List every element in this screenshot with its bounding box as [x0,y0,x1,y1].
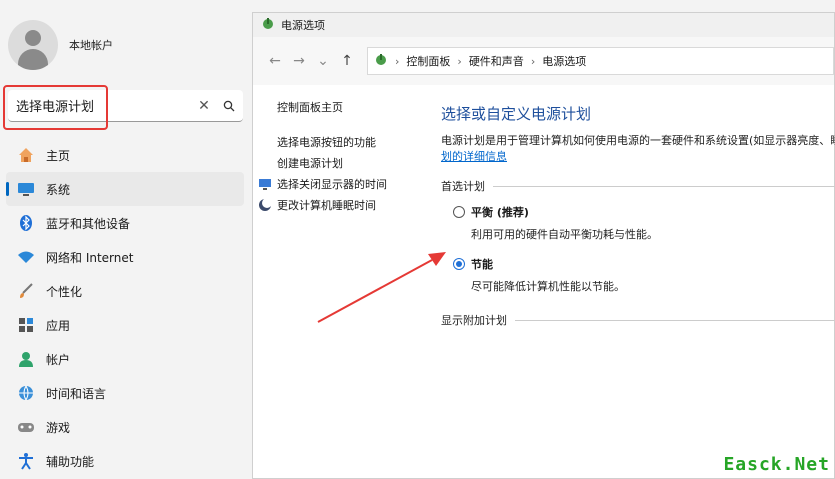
breadcrumb-separator: › [395,54,400,68]
nav-item-accessibility[interactable]: 辅助功能 [6,444,244,478]
link-label: 选择关闭显示器的时间 [277,177,387,191]
nav-item-bluetooth[interactable]: 蓝牙和其他设备 [6,206,244,240]
description-text: 电源计划是用于管理计算机如何使用电源的一套硬件和系统设置(如显示器亮度、睡眠等) [441,134,835,147]
section-label: 显示附加计划 [441,314,507,327]
breadcrumb-separator: › [530,54,536,68]
power-options-window: 电源选项 ← → ⌄ ↑ › 控制面板 › 硬件和声音 › 电源选项 控制面板主… [252,12,835,479]
window-title: 电源选项 [281,19,325,32]
nav-label: 个性化 [46,284,83,299]
person-icon [16,349,36,369]
link-display-off[interactable]: 选择关闭显示器的时间 [257,173,433,194]
avatar [8,20,58,70]
brush-icon [16,281,36,301]
nav-label: 蓝牙和其他设备 [46,216,131,231]
globe-icon [16,383,36,403]
breadcrumb[interactable]: › 控制面板 › 硬件和声音 › 电源选项 [367,47,834,75]
breadcrumb-item[interactable]: 控制面板 [406,53,450,69]
bluetooth-icon [16,213,36,233]
nav-item-personalization[interactable]: 个性化 [6,274,244,308]
nav-item-time-language[interactable]: 时间和语言 [6,376,244,410]
plan-name: 平衡 (推荐) [471,206,529,219]
link-sleep-time[interactable]: 更改计算机睡眠时间 [257,194,433,215]
radio-balanced[interactable] [453,206,465,218]
settings-nav: 主页 系统 蓝牙和其他设备 网络和 Internet 个性化 应用 帐户 时间和… [6,138,244,478]
up-arrow-icon[interactable]: ↑ [335,53,359,69]
plan-balanced[interactable]: 平衡 (推荐) 利用可用的硬件自动平衡功耗与性能。 [453,204,835,242]
plan-description: 尽可能降低计算机性能以节能。 [471,280,625,293]
nav-item-apps[interactable]: 应用 [6,308,244,342]
section-label: 首选计划 [441,180,485,193]
search-icon[interactable] [215,100,243,112]
watermark: Easck.Net [723,454,830,475]
nav-label: 网络和 Internet [46,250,134,265]
account-name: 本地帐户 [69,39,113,52]
task-pane: 控制面板主页 选择电源按钮的功能 创建电源计划 选择关闭显示器的时间 更改计算机… [253,85,433,215]
clear-icon[interactable]: ✕ [193,98,215,114]
chevron-down-icon[interactable]: ⌄ [311,53,335,69]
power-options-icon [261,17,275,34]
monitor-shield-icon [257,176,273,192]
page-title: 选择或自定义电源计划 [441,105,592,123]
section-preferred-plans: 首选计划 [441,178,835,194]
section-additional-plans[interactable]: 显示附加计划 [441,312,835,328]
plan-description: 利用可用的硬件自动平衡功耗与性能。 [471,228,658,241]
radio-power-saver[interactable] [453,258,465,270]
link-create-plan[interactable]: 创建电源计划 [277,152,433,173]
address-bar: ← → ⌄ ↑ › 控制面板 › 硬件和声音 › 电源选项 [253,37,834,85]
home-icon [16,145,36,165]
apps-icon [16,315,36,335]
plan-name: 节能 [471,258,493,271]
nav-label: 辅助功能 [46,454,95,469]
link-power-buttons[interactable]: 选择电源按钮的功能 [277,131,433,152]
nav-label: 系统 [46,182,71,197]
window-titlebar[interactable]: 电源选项 [253,13,834,37]
account-block[interactable]: 本地帐户 [8,20,113,70]
details-link[interactable]: 划的详细信息 [441,148,835,164]
control-panel-icon [374,53,388,70]
back-arrow-icon[interactable]: ← [263,53,287,69]
forward-arrow-icon[interactable]: → [287,53,311,69]
control-panel-home-link[interactable]: 控制面板主页 [277,99,433,115]
plan-power-saver[interactable]: 节能 尽可能降低计算机性能以节能。 [453,256,835,294]
nav-label: 应用 [46,318,71,333]
settings-pane: 本地帐户 选择电源计划 ✕ 主页 系统 蓝牙和其他设备 网络和 Internet… [0,0,250,479]
nav-item-system[interactable]: 系统 [6,172,244,206]
nav-item-accounts[interactable]: 帐户 [6,342,244,376]
nav-item-gaming[interactable]: 游戏 [6,410,244,444]
accessibility-icon [16,451,36,471]
main-content: 选择或自定义电源计划 电源计划是用于管理计算机如何使用电源的一套硬件和系统设置(… [441,85,835,328]
nav-label: 时间和语言 [46,386,107,401]
gamepad-icon [16,417,36,437]
nav-label: 帐户 [46,352,71,367]
link-label: 更改计算机睡眠时间 [277,198,376,212]
breadcrumb-item[interactable]: 电源选项 [542,53,586,69]
nav-item-home[interactable]: 主页 [6,138,244,172]
breadcrumb-item[interactable]: 硬件和声音 [469,53,524,69]
wifi-icon [16,247,36,267]
highlight-box [3,85,108,130]
nav-label: 游戏 [46,420,71,435]
moon-icon [257,197,273,213]
nav-item-network[interactable]: 网络和 Internet [6,240,244,274]
nav-label: 主页 [46,148,71,163]
breadcrumb-separator: › [457,54,462,68]
monitor-icon [16,179,36,199]
